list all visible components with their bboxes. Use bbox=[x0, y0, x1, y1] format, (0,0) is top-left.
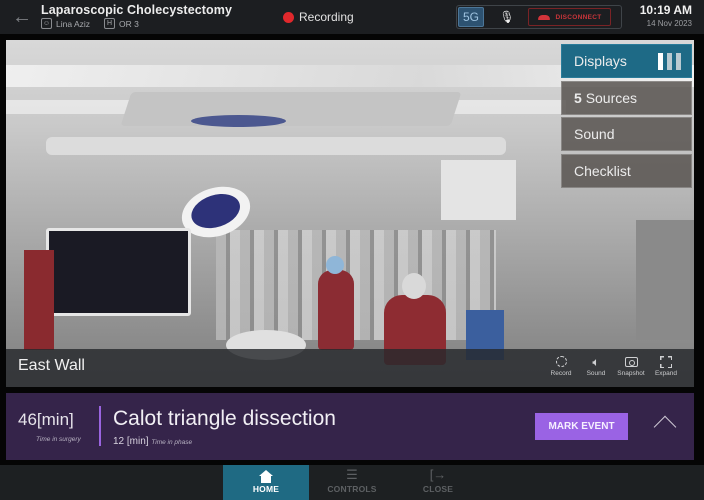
tab-label: CLOSE bbox=[422, 484, 454, 494]
procedure-meta: ☺ Lina Aziz H OR 3 bbox=[41, 18, 139, 29]
mark-event-button[interactable]: MARK EVENT bbox=[535, 413, 628, 440]
phase-divider bbox=[99, 406, 101, 446]
side-menu-label: Displays bbox=[574, 53, 627, 69]
side-menu-sources[interactable]: 5 Sources bbox=[561, 80, 692, 115]
clock-date: 14 Nov 2023 bbox=[646, 19, 692, 28]
side-menu-sound[interactable]: Sound bbox=[561, 117, 692, 151]
display-bar-icon bbox=[658, 53, 663, 70]
speaker-icon: 🔈︎ bbox=[592, 355, 600, 369]
tab-label: HOME bbox=[252, 484, 280, 494]
exit-icon: [→ bbox=[429, 467, 447, 482]
recording-dot-icon bbox=[283, 11, 294, 23]
surgery-time-value: 46 bbox=[18, 410, 37, 429]
person-badge-icon: ☺ bbox=[41, 18, 52, 29]
video-footer: East Wall Record 🔈︎ Sound Snapshot Expan… bbox=[6, 349, 694, 387]
home-icon bbox=[259, 470, 273, 484]
video-scene-person bbox=[24, 250, 54, 350]
tab-label: CONTROLS bbox=[327, 484, 377, 494]
recording-status: Recording bbox=[283, 10, 354, 24]
cast-5g-button[interactable]: 5G bbox=[458, 7, 484, 27]
bottom-nav: HOME ☰ CONTROLS [→ CLOSE bbox=[0, 465, 704, 500]
record-button[interactable]: Record bbox=[547, 355, 575, 377]
surgeon-name: Lina Aziz bbox=[56, 18, 91, 29]
phase-time-unit: [min] bbox=[126, 436, 149, 447]
sound-button[interactable]: 🔈︎ Sound bbox=[582, 355, 610, 377]
time-in-surgery-label: Time in surgery bbox=[36, 436, 81, 443]
video-scene-monitor bbox=[46, 228, 191, 316]
side-menu-label: Sources bbox=[585, 89, 638, 106]
clock-time: 10:19 AM bbox=[639, 3, 692, 17]
top-bar: ← Laparoscopic Cholecystectomy ☺ Lina Az… bbox=[0, 0, 704, 34]
sources-count: 5 bbox=[574, 89, 582, 106]
display-bar-icon bbox=[667, 53, 672, 70]
procedure-title: Laparoscopic Cholecystectomy bbox=[41, 3, 233, 17]
side-menu-label: Sound bbox=[574, 126, 615, 142]
recording-label: Recording bbox=[299, 10, 354, 24]
time-in-phase: 12 [min] Time in phase bbox=[113, 436, 192, 447]
back-arrow-icon[interactable]: ← bbox=[12, 7, 34, 27]
display-bar-icon bbox=[676, 53, 681, 70]
hospital-room-icon: H bbox=[104, 18, 116, 29]
side-menu-displays[interactable]: Displays bbox=[561, 44, 692, 78]
expand-icon bbox=[660, 356, 672, 368]
video-side-menu: Displays 5 Sources Sound Checklist bbox=[561, 44, 692, 190]
video-scene-surgical-lamp bbox=[191, 115, 286, 127]
sliders-icon: ☰ bbox=[346, 467, 358, 482]
side-menu-checklist[interactable]: Checklist bbox=[561, 153, 692, 188]
time-in-surgery: 46[min] bbox=[18, 410, 74, 430]
call-controls: 5G 🎙 DISCONNECT bbox=[456, 5, 622, 29]
video-tools: Record 🔈︎ Sound Snapshot Expand bbox=[547, 355, 680, 377]
phase-time-value: 12 bbox=[113, 436, 125, 447]
video-scene-equipment bbox=[216, 230, 496, 340]
time-in-phase-label: Time in phase bbox=[151, 439, 193, 446]
video-feed[interactable]: Displays 5 Sources Sound Checklist East … bbox=[6, 40, 694, 387]
tool-label: Record bbox=[550, 370, 572, 377]
phase-name: Calot triangle dissection bbox=[113, 407, 336, 430]
video-scene-person bbox=[318, 256, 354, 350]
camera-icon bbox=[624, 357, 638, 367]
surgery-time-unit: [min] bbox=[36, 410, 74, 429]
mic-settings-button[interactable]: 🎙 bbox=[497, 9, 517, 25]
disconnect-button[interactable]: DISCONNECT bbox=[528, 8, 611, 26]
video-scene-wall bbox=[636, 220, 694, 340]
tab-controls[interactable]: ☰ CONTROLS bbox=[309, 465, 395, 500]
microphone-settings-icon: 🎙 bbox=[499, 10, 515, 24]
disconnect-label: DISCONNECT bbox=[555, 13, 602, 21]
cast-icon: 5G bbox=[462, 10, 479, 24]
display-layout-indicator bbox=[658, 53, 681, 70]
video-scene-boom-arm bbox=[46, 137, 506, 155]
tool-label: Snapshot bbox=[617, 370, 645, 377]
video-scene-equipment-box bbox=[441, 160, 516, 220]
tab-close[interactable]: [→ CLOSE bbox=[395, 465, 481, 500]
tab-home[interactable]: HOME bbox=[223, 465, 309, 500]
side-menu-label: Checklist bbox=[574, 162, 631, 179]
camera-name: East Wall bbox=[18, 357, 85, 374]
chevron-up-icon[interactable] bbox=[653, 415, 677, 439]
expand-button[interactable]: Expand bbox=[652, 355, 680, 377]
tool-label: Sound bbox=[586, 370, 606, 377]
record-icon bbox=[555, 356, 567, 367]
tool-label: Expand bbox=[654, 370, 678, 377]
room-name: OR 3 bbox=[119, 18, 139, 29]
phone-hangup-icon bbox=[537, 14, 550, 20]
video-scene-boom-arm bbox=[120, 92, 462, 126]
phase-bar: 46[min] Time in surgery Calot triangle d… bbox=[6, 393, 694, 460]
snapshot-button[interactable]: Snapshot bbox=[617, 355, 645, 377]
